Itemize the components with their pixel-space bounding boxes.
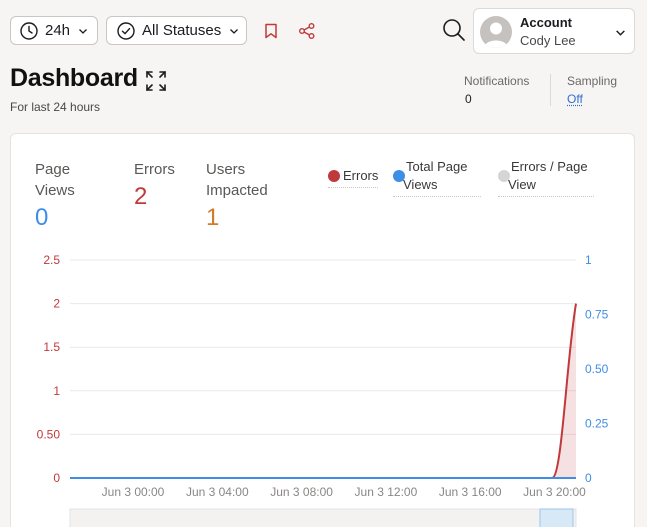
- notifications-label: Notifications: [464, 74, 530, 88]
- avatar: [480, 16, 512, 48]
- expand-icon: [146, 71, 166, 91]
- search-button[interactable]: [441, 17, 467, 43]
- notifications-value: 0: [465, 92, 472, 106]
- legend-errors[interactable]: Errors: [328, 167, 378, 188]
- page-title: Dashboard: [10, 64, 138, 92]
- share-button[interactable]: [297, 20, 317, 42]
- page-subtitle: For last 24 hours: [10, 100, 101, 114]
- check-circle-icon: [117, 21, 135, 40]
- clock-icon: [20, 21, 38, 40]
- account-title: Account: [520, 15, 572, 30]
- account-menu[interactable]: Account Cody Lee: [473, 8, 635, 54]
- chevron-down-icon: [616, 30, 625, 36]
- chevron-down-icon: [230, 28, 239, 34]
- bookmark-button[interactable]: [261, 20, 281, 42]
- bookmark-icon: [265, 23, 277, 39]
- errors-label: Errors: [134, 161, 175, 178]
- share-icon: [299, 23, 315, 39]
- sampling-toggle[interactable]: Off: [567, 92, 583, 106]
- time-range-label: 24h: [45, 22, 71, 39]
- search-icon: [443, 19, 465, 41]
- sampling-label: Sampling: [567, 74, 618, 88]
- users-impacted-label: Users Impacted: [206, 161, 268, 199]
- user-avatar-icon: [484, 22, 508, 48]
- account-name: Cody Lee: [520, 33, 576, 48]
- status-filter-dropdown[interactable]: All Statuses: [106, 16, 247, 45]
- expand-button[interactable]: [145, 70, 167, 92]
- users-impacted-value: 1: [206, 204, 220, 231]
- errors-value: 2: [134, 183, 148, 210]
- page-views-value: 0: [35, 204, 49, 231]
- legend-errors-per-page-view[interactable]: Errors / Page View: [498, 158, 594, 197]
- divider: [550, 74, 551, 106]
- status-filter-label: All Statuses: [142, 22, 222, 39]
- legend-total-page-views[interactable]: Total Page Views: [393, 158, 481, 197]
- time-range-dropdown[interactable]: 24h: [10, 16, 98, 45]
- page-views-label: Page Views: [35, 161, 75, 199]
- chevron-down-icon: [79, 28, 87, 34]
- top-toolbar: 24h All Statuses Account Cody Lee: [0, 0, 647, 62]
